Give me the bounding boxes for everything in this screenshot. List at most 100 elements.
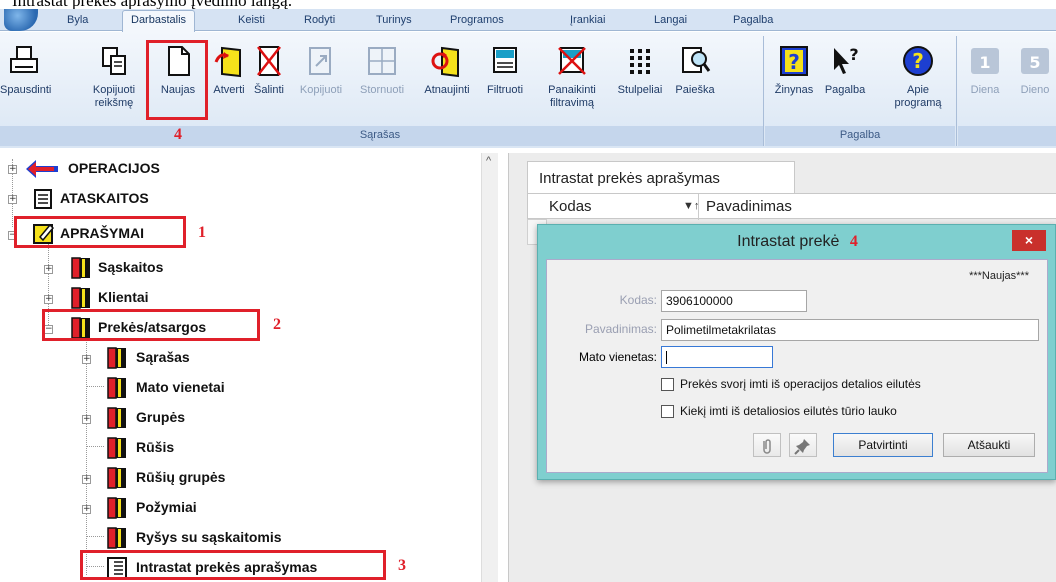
column-pavadinimas[interactable]: Pavadinimas [706, 198, 792, 215]
open-label: Atverti [213, 84, 245, 96]
annotation-number-4b: 4 [849, 233, 858, 250]
day-button[interactable]: 1 Diena [962, 44, 1008, 97]
tree-node-operacijos[interactable]: OPERACIJOS [68, 160, 160, 176]
search-button[interactable]: Paieška [670, 44, 720, 97]
copy-value-label-1: Kopijuoti [92, 84, 136, 96]
annotation-box-prekes [42, 309, 260, 341]
open-button[interactable]: Atverti [206, 44, 252, 97]
tree-node-saskaitos[interactable]: Sąskaitos [98, 259, 163, 275]
tree-node-sarasas[interactable]: Sąrašas [136, 349, 190, 365]
days-button[interactable]: 5 Dieno [1012, 44, 1056, 97]
expand-toggle[interactable]: + [8, 165, 17, 174]
print-button[interactable]: Spausdinti [0, 44, 52, 97]
search-label: Paieška [675, 84, 715, 96]
tree-node-ataskaitos[interactable]: ATASKAITOS [60, 190, 149, 206]
help-pointer-button[interactable]: ? Pagalba [820, 44, 870, 97]
book-red-icon [107, 437, 126, 459]
tree-node-rusiu-grupes[interactable]: Rūšių grupės [136, 469, 225, 485]
app-logo-icon[interactable] [4, 9, 38, 31]
help-book-button[interactable]: ? Žinynas [768, 44, 820, 97]
sort-filter-icon[interactable]: ▼↑ [683, 200, 699, 212]
tree-node-rysys-su-saskaitomis[interactable]: Ryšys su sąskaitomis [136, 529, 282, 545]
tree-line [86, 335, 87, 575]
filter-label: Filtruoti [486, 84, 524, 96]
tab-turinys[interactable]: Turinys [376, 14, 412, 26]
tree-node-rusis[interactable]: Rūšis [136, 439, 174, 455]
book-red-icon [107, 407, 126, 429]
tree-node-pozymiai[interactable]: Požymiai [136, 499, 197, 515]
expand-toggle[interactable]: + [44, 295, 53, 304]
tree-line [86, 536, 104, 537]
copy-icon [309, 47, 331, 75]
clear-filter-label-2: filtravimą [549, 97, 594, 109]
about-label-1: Apie [906, 84, 930, 96]
about-icon: ? [903, 46, 933, 76]
dialog-title-text: Intrastat prekė [737, 233, 840, 250]
copy-value-button[interactable]: Kopijuoti reikšmę [86, 44, 142, 110]
copy-value-icon [102, 47, 126, 75]
pavadinimas-field[interactable]: Polimetilmetakrilatas [661, 319, 1039, 341]
svg-text:5: 5 [1029, 53, 1040, 72]
tab-pagalba[interactable]: Pagalba [733, 14, 773, 26]
column-kodas[interactable]: Kodas [549, 198, 592, 215]
svg-text:1: 1 [979, 53, 990, 72]
close-button[interactable]: × [1012, 230, 1046, 251]
expand-toggle[interactable]: + [82, 475, 91, 484]
cancel-button[interactable]: Atšaukti [943, 433, 1035, 457]
expand-toggle[interactable]: + [8, 195, 17, 204]
book-red-icon [71, 287, 90, 309]
chk-kiekis-checkbox[interactable] [661, 405, 674, 418]
reports-icon [34, 189, 52, 209]
clear-filter-button[interactable]: Panaikinti filtravimą [532, 44, 612, 110]
storno-label: Stornuoti [359, 84, 405, 96]
expand-toggle[interactable]: + [44, 265, 53, 274]
tree-line [86, 386, 104, 387]
kodas-label: Kodas: [619, 293, 657, 307]
column-separator[interactable] [698, 194, 699, 220]
expand-toggle[interactable]: + [82, 415, 91, 424]
tree-node-grupes[interactable]: Grupės [136, 409, 185, 425]
grid-header: Kodas ▼↑ Pavadinimas [527, 193, 1056, 220]
refresh-button[interactable]: Atnaujinti [416, 44, 478, 97]
columns-button[interactable]: Stulpeliai [612, 44, 668, 97]
document-tab[interactable]: Intrastat prekės aprašymas [527, 161, 795, 193]
copy-button[interactable]: Kopijuoti [292, 44, 350, 97]
filter-button[interactable]: Filtruoti [480, 44, 530, 97]
book-red-icon [71, 257, 90, 279]
about-label-2: programą [894, 97, 942, 109]
delete-icon [257, 46, 281, 76]
open-icon [214, 46, 241, 78]
print-label: Spausdinti [0, 84, 52, 96]
about-button[interactable]: ? Apie programą [890, 44, 946, 110]
mato-vienetas-field[interactable] [661, 346, 773, 368]
pin-button[interactable] [789, 433, 817, 457]
storno-button[interactable]: Stornuoti [352, 44, 412, 97]
tab-langai[interactable]: Langai [654, 14, 687, 26]
pin-icon [794, 439, 810, 455]
scroll-up-icon[interactable]: ^ [486, 155, 491, 167]
expand-toggle[interactable]: + [82, 505, 91, 514]
confirm-button[interactable]: Patvirtinti [833, 433, 933, 457]
annotation-box-aprasymai [14, 216, 186, 248]
tab-byla[interactable]: Byla [67, 14, 88, 26]
chk-svoris-checkbox[interactable] [661, 378, 674, 391]
tab-rodyti[interactable]: Rodyti [304, 14, 335, 26]
days-icon: 5 [1021, 48, 1049, 74]
storno-icon [368, 47, 396, 75]
tab-programos[interactable]: Programos [450, 14, 504, 26]
tab-darbastalis[interactable]: Darbastalis [122, 10, 196, 32]
attach-button[interactable] [753, 433, 781, 457]
tree-scrollbar[interactable]: ^ [481, 153, 498, 582]
delete-button[interactable]: Šalinti [248, 44, 290, 97]
expand-toggle[interactable]: + [82, 355, 91, 364]
tree-node-mato-vienetai[interactable]: Mato vienetai [136, 379, 225, 395]
tab-irankiai[interactable]: Įrankiai [570, 14, 605, 26]
search-icon [682, 47, 711, 73]
new-record-tag: ***Naujas*** [969, 270, 1029, 282]
refresh-icon [431, 46, 459, 78]
delete-label: Šalinti [254, 84, 284, 96]
tab-keisti[interactable]: Keisti [238, 14, 265, 26]
annotation-number-3: 3 [398, 557, 406, 574]
tree-node-klientai[interactable]: Klientai [98, 289, 149, 305]
kodas-field[interactable]: 3906100000 [661, 290, 807, 312]
